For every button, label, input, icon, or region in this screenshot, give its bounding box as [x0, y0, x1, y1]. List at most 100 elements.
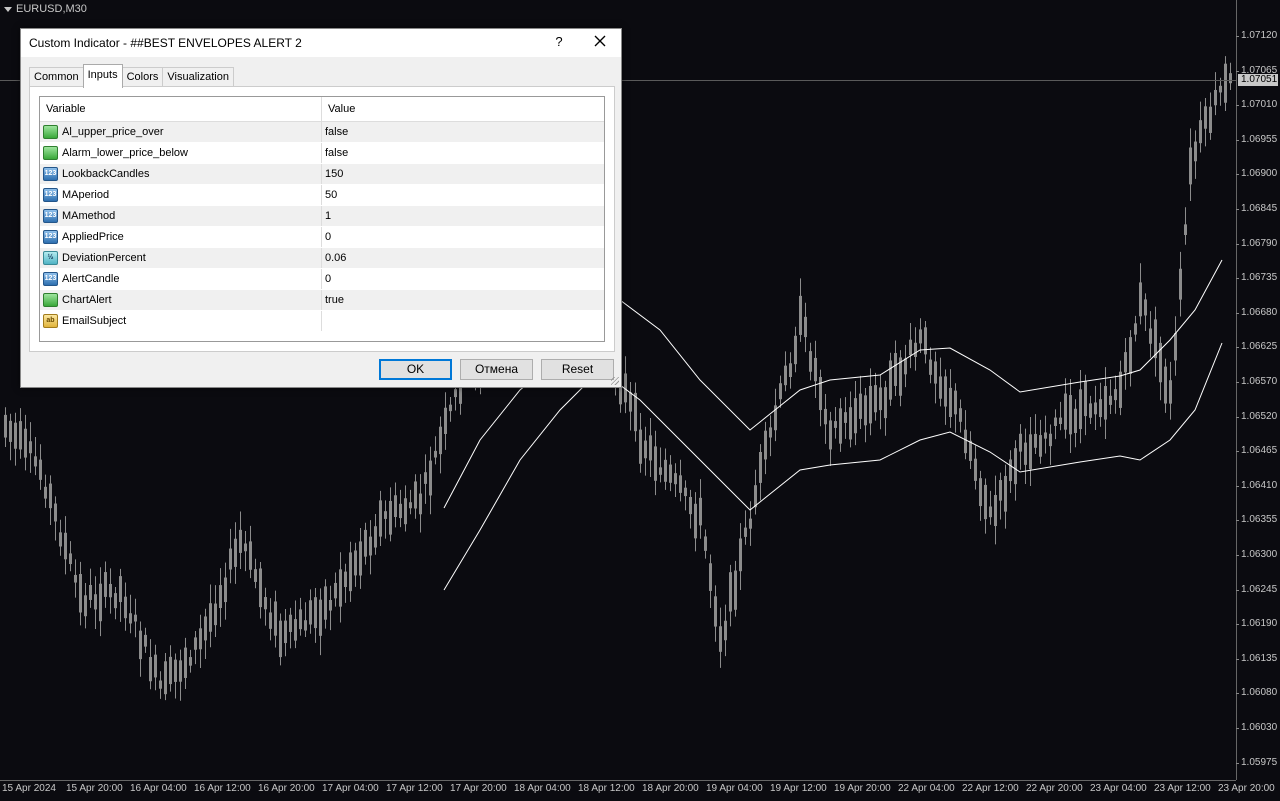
- param-value-field[interactable]: 1: [322, 206, 604, 226]
- candle-body: [799, 295, 802, 335]
- bool-type-icon: [43, 125, 58, 139]
- param-row[interactable]: ½ DeviationPercent 0.06: [40, 248, 604, 269]
- param-row[interactable]: Al_upper_price_over false: [40, 122, 604, 143]
- candle-body: [409, 502, 412, 509]
- tab-common[interactable]: Common: [29, 67, 84, 87]
- candle-body: [289, 614, 292, 632]
- candle-body: [1064, 393, 1067, 430]
- dialog-titlebar[interactable]: Custom Indicator - ##BEST ENVELOPES ALER…: [21, 29, 621, 57]
- candle-body: [1149, 328, 1152, 344]
- help-button[interactable]: ?: [551, 34, 567, 49]
- candle-body: [309, 600, 312, 625]
- param-row[interactable]: ChartAlert true: [40, 290, 604, 311]
- candle-body: [889, 360, 892, 400]
- candle-body: [269, 612, 272, 629]
- candle-body: [39, 459, 42, 480]
- candle-body: [9, 420, 12, 442]
- candle-body: [434, 450, 437, 458]
- candle-body: [299, 609, 302, 630]
- candle-body: [204, 616, 207, 641]
- param-variable-cell[interactable]: 123 AlertCandle: [40, 269, 322, 289]
- param-variable-cell[interactable]: 123 LookbackCandles: [40, 164, 322, 184]
- cancel-button[interactable]: Отмена: [460, 359, 533, 380]
- param-value-field[interactable]: false: [322, 122, 604, 142]
- time-tick-label: 19 Apr 04:00: [706, 783, 763, 794]
- candle-body: [939, 376, 942, 399]
- price-tick-label: 1.06520: [1235, 410, 1278, 422]
- param-variable-cell[interactable]: ½ DeviationPercent: [40, 248, 322, 268]
- candle-body: [179, 660, 182, 682]
- candle-body: [979, 478, 982, 507]
- candle-body: [24, 428, 27, 458]
- tab-visualization[interactable]: Visualization: [162, 67, 234, 87]
- param-value-field[interactable]: 50: [322, 185, 604, 205]
- ok-button[interactable]: OK: [379, 359, 452, 380]
- candle-body: [59, 532, 62, 547]
- price-axis[interactable]: 1.05975 1.06030 1.06080 1.06135 1.06190 1.062…: [1235, 0, 1280, 780]
- candle-body: [994, 494, 997, 527]
- price-tick-label: 1.06790: [1235, 237, 1278, 249]
- param-name: EmailSubject: [62, 315, 127, 327]
- param-name: DeviationPercent: [62, 252, 146, 264]
- candle-body: [349, 552, 352, 592]
- param-variable-cell[interactable]: ChartAlert: [40, 290, 322, 310]
- param-value-field[interactable]: 0.06: [322, 248, 604, 268]
- param-name: AlertCandle: [62, 273, 120, 285]
- param-row[interactable]: 123 MAmethod 1: [40, 206, 604, 227]
- symbol-label[interactable]: EURUSD,M30: [4, 3, 87, 15]
- time-tick-label: 18 Apr 20:00: [642, 783, 699, 794]
- candle-body: [79, 574, 82, 613]
- param-variable-cell[interactable]: 123 MAperiod: [40, 185, 322, 205]
- candle-body: [259, 568, 262, 608]
- time-tick-label: 18 Apr 04:00: [514, 783, 571, 794]
- reset-button[interactable]: Reset: [541, 359, 614, 380]
- candle-body: [924, 327, 927, 355]
- param-row[interactable]: 123 AppliedPrice 0: [40, 227, 604, 248]
- candle-body: [1109, 395, 1112, 405]
- close-icon[interactable]: [591, 32, 609, 50]
- candle-body: [984, 484, 987, 520]
- param-row[interactable]: 123 AlertCandle 0: [40, 269, 604, 290]
- param-row[interactable]: Alarm_lower_price_below false: [40, 143, 604, 164]
- price-tick-label: 1.06080: [1235, 687, 1278, 699]
- tab-colors[interactable]: Colors: [121, 67, 164, 87]
- candle-body: [164, 661, 167, 695]
- param-row[interactable]: ab EmailSubject: [40, 311, 604, 332]
- price-tick-label: 1.06955: [1235, 133, 1278, 145]
- param-value-field[interactable]: 0: [322, 227, 604, 247]
- param-variable-cell[interactable]: 123 AppliedPrice: [40, 227, 322, 247]
- candle-body: [354, 550, 357, 576]
- candle-body: [279, 620, 282, 658]
- candle-body: [954, 390, 957, 415]
- candle-body: [304, 620, 307, 631]
- candle-body: [244, 543, 247, 552]
- param-value-field[interactable]: true: [322, 290, 604, 310]
- param-row[interactable]: 123 LookbackCandles 150: [40, 164, 604, 185]
- candle-body: [694, 503, 697, 539]
- param-variable-cell[interactable]: ab EmailSubject: [40, 311, 322, 331]
- time-axis[interactable]: 15 Apr 2024 15 Apr 20:00 16 Apr 04:00 16 Ap…: [0, 780, 1275, 801]
- param-row[interactable]: 123 MAperiod 50: [40, 185, 604, 206]
- candle-body: [1119, 371, 1122, 408]
- param-value-field[interactable]: false: [322, 143, 604, 163]
- param-variable-cell[interactable]: 123 MAmethod: [40, 206, 322, 226]
- param-variable-cell[interactable]: Alarm_lower_price_below: [40, 143, 322, 163]
- param-value-field[interactable]: [322, 311, 604, 331]
- column-header-variable[interactable]: Variable: [40, 97, 322, 121]
- candle-body: [959, 408, 962, 422]
- time-tick-label: 17 Apr 04:00: [322, 783, 379, 794]
- candle-body: [49, 483, 52, 509]
- param-name: MAperiod: [62, 189, 110, 201]
- column-header-value[interactable]: Value: [322, 97, 604, 121]
- candle-body: [124, 596, 127, 619]
- candle-body: [319, 599, 322, 636]
- tab-inputs[interactable]: Inputs: [82, 64, 123, 88]
- price-tick-label: 1.06735: [1235, 272, 1278, 284]
- param-variable-cell[interactable]: Al_upper_price_over: [40, 122, 322, 142]
- candle-body: [444, 407, 447, 434]
- candle-body: [794, 335, 797, 365]
- param-value-field[interactable]: 150: [322, 164, 604, 184]
- param-value-field[interactable]: 0: [322, 269, 604, 289]
- candle-body: [424, 472, 427, 484]
- resize-grip[interactable]: [611, 377, 619, 385]
